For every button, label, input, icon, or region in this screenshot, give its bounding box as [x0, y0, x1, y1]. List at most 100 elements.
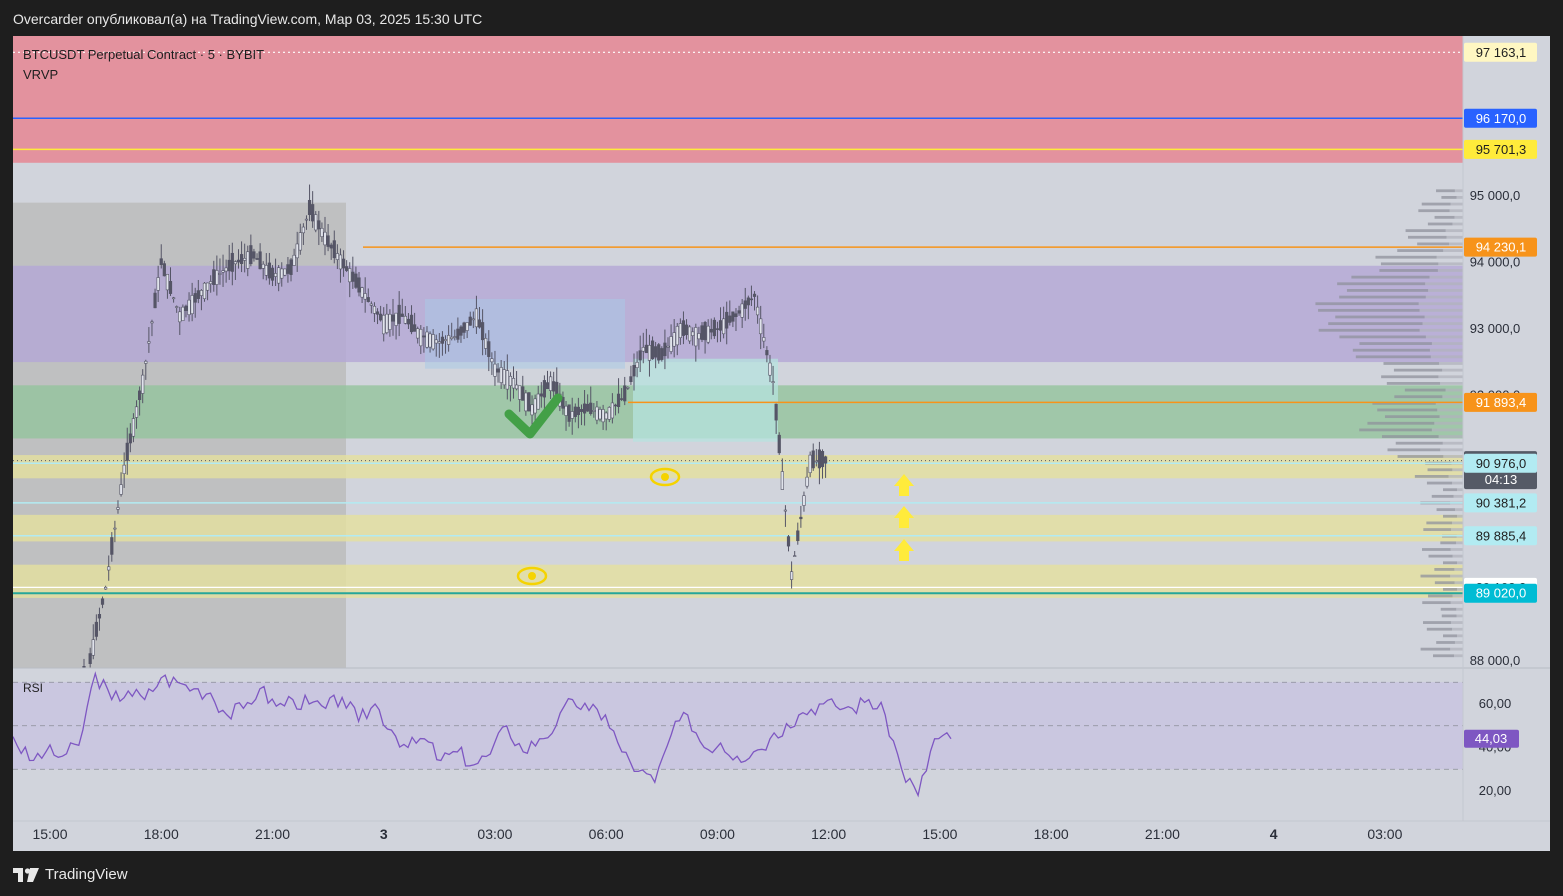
volume-profile-bar [1425, 335, 1463, 339]
rsi-panel-label[interactable]: RSI [23, 681, 43, 695]
candle-body [799, 516, 803, 520]
candle-body [295, 243, 299, 259]
volume-profile-bar [1414, 475, 1449, 478]
volume-profile-bar [1420, 574, 1451, 578]
volume-profile-bar [1428, 554, 1453, 558]
candle-body [153, 292, 157, 309]
candle-body [629, 376, 633, 382]
candle-body [301, 226, 305, 234]
volume-profile-bar [1337, 282, 1426, 286]
volume-profile-bar [1439, 415, 1463, 419]
volume-profile-bar [1418, 302, 1463, 306]
candle-body [453, 336, 457, 338]
volume-profile-bar [1379, 269, 1438, 272]
volume-profile-bar [1452, 554, 1463, 558]
volume-profile-bar [1442, 368, 1463, 372]
candle-body [196, 290, 200, 299]
volume-profile-bar [1445, 388, 1463, 392]
candle-body [236, 259, 241, 263]
candle-body [86, 673, 89, 675]
candle-body [289, 259, 293, 275]
volume-profile-bar [1428, 594, 1453, 598]
volume-profile-bar [1377, 408, 1438, 412]
volume-profile-bar [1443, 561, 1457, 565]
indicator-vrvp-label[interactable]: VRVP [23, 65, 264, 85]
volume-profile-bar [1381, 375, 1439, 379]
candle-body [125, 442, 129, 461]
candle-body [190, 295, 194, 315]
candle-body [311, 204, 315, 222]
candle-body [487, 341, 491, 357]
candle-body [218, 273, 222, 275]
volume-profile-bar [1442, 441, 1463, 445]
chart-legend: BTCUSDT Perpetual Contract · 5 · BYBIT V… [23, 45, 264, 85]
candle-body [416, 328, 420, 339]
candle-body [530, 404, 534, 416]
price-tick-label: 95 000,0 [1470, 188, 1521, 203]
volume-profile-bar [1397, 455, 1444, 458]
candle-body [255, 258, 259, 260]
candle-body [267, 262, 271, 279]
candle-body [230, 252, 234, 272]
candle-body [493, 363, 497, 377]
candle-body [388, 313, 392, 330]
candle-body [332, 240, 336, 259]
time-tick-label: 3 [380, 826, 388, 842]
candle-body [403, 315, 407, 324]
volume-profile-bar [1346, 289, 1429, 292]
candle-body [576, 406, 580, 416]
candle-body [823, 456, 828, 464]
candle-body [348, 268, 352, 283]
candle-body [820, 451, 825, 468]
candle-body [632, 365, 636, 377]
volume-profile-bar [1454, 189, 1463, 193]
volume-profile-bar [1433, 654, 1454, 658]
volume-profile-bar [1431, 342, 1463, 345]
volume-profile-bar [1352, 348, 1430, 352]
candle-body [496, 368, 500, 373]
candle-body [669, 336, 673, 352]
candle-body [508, 375, 513, 386]
candle-body [709, 328, 713, 333]
volume-profile-bar [1426, 521, 1453, 525]
candle-body [598, 409, 602, 420]
candle-body [644, 344, 648, 354]
candle-body [369, 303, 373, 306]
tradingview-brand[interactable]: TradingView [13, 866, 128, 883]
candle-body [697, 333, 701, 340]
volume-profile-bar [1456, 541, 1463, 545]
volume-profile-bar [1405, 229, 1446, 233]
candle-body [471, 318, 475, 321]
candle-body [104, 586, 108, 590]
volume-profile-bar [1438, 435, 1463, 438]
volume-profile-bar [1318, 328, 1420, 332]
volume-profile-bar [1443, 587, 1457, 591]
candle-body [329, 244, 333, 249]
candle-body [341, 258, 346, 269]
candle-body [666, 345, 670, 348]
time-tick-label: 09:00 [700, 826, 735, 842]
chart-canvas[interactable]: 95 000,094 000,093 000,092 000,088 000,0… [13, 36, 1550, 851]
candle-body [360, 287, 364, 298]
candle-body [706, 325, 710, 343]
volume-profile-bar [1445, 229, 1463, 233]
volume-profile-bar [1397, 249, 1444, 252]
volume-profile-bar [1443, 488, 1457, 492]
candle-body [573, 406, 577, 417]
candle-body [221, 270, 225, 273]
candle-body [647, 345, 652, 361]
candle-body [511, 378, 516, 389]
rsi-value-text: 44,03 [1475, 731, 1508, 746]
volume-profile-bar [1386, 382, 1441, 385]
candle-body [162, 263, 166, 277]
candle-body [283, 268, 287, 276]
candle-body [91, 639, 95, 656]
candle-body [564, 405, 568, 416]
candle-body [107, 566, 111, 571]
candle-body [490, 358, 494, 363]
candle-body [440, 336, 445, 344]
candle-body [654, 346, 658, 358]
volume-profile-bar [1439, 362, 1463, 365]
volume-profile-bar [1450, 601, 1463, 605]
symbol-title[interactable]: BTCUSDT Perpetual Contract · 5 · BYBIT [23, 45, 264, 65]
